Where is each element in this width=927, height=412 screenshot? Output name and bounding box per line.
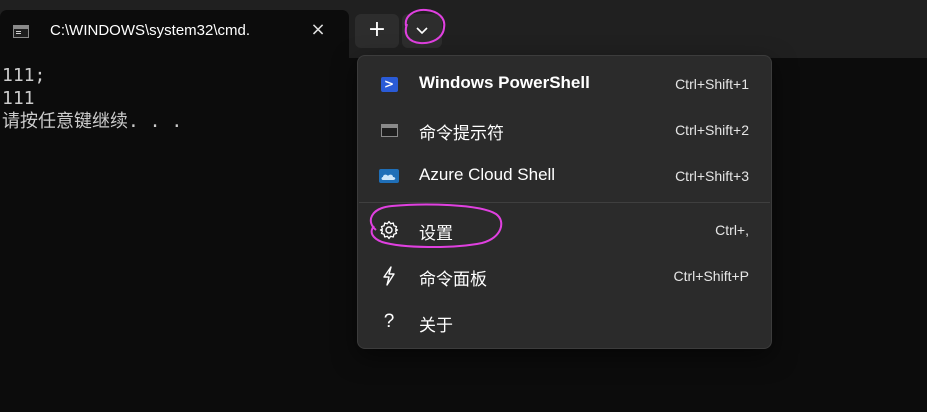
menu-item-label: Windows PowerShell <box>419 73 590 92</box>
menu-item-shortcut: Ctrl+Shift+2 <box>675 122 749 138</box>
question-icon: ? <box>383 311 395 332</box>
new-tab-dropdown-menu: > Windows PowerShell Ctrl+Shift+1 命令提示符 … <box>357 55 772 349</box>
azure-cloud-icon <box>378 166 400 186</box>
close-tab-button[interactable]: × <box>306 18 330 42</box>
terminal-line: 111; <box>2 65 46 86</box>
menu-item-settings[interactable]: 设置 Ctrl+, <box>364 210 765 250</box>
menu-item-shortcut: Ctrl+Shift+3 <box>675 168 749 184</box>
cmd-icon <box>13 25 29 38</box>
powershell-icon: > <box>378 74 400 94</box>
menu-item-about[interactable]: ? 关于 <box>364 302 765 342</box>
menu-item-label: Azure Cloud Shell <box>419 165 556 184</box>
title-bar: C:\WINDOWS\system32\cmd. × + <box>0 0 927 58</box>
tab-title: C:\WINDOWS\system32\cmd. <box>50 22 251 39</box>
menu-item-label: 设置 <box>419 224 453 243</box>
chevron-down-icon <box>416 27 428 35</box>
terminal-output: 111; 111 请按任意键继续. . . <box>2 64 182 133</box>
menu-item-command-prompt[interactable]: 命令提示符 Ctrl+Shift+2 <box>364 110 765 150</box>
new-tab-dropdown-button[interactable] <box>402 14 442 48</box>
menu-item-shortcut: Ctrl+Shift+1 <box>675 76 749 92</box>
menu-item-label: 关于 <box>419 316 453 335</box>
menu-item-windows-powershell[interactable]: > Windows PowerShell Ctrl+Shift+1 <box>364 64 765 104</box>
lightning-icon <box>378 266 400 286</box>
terminal-tab[interactable]: C:\WINDOWS\system32\cmd. × <box>0 10 349 58</box>
new-tab-button[interactable]: + <box>355 14 399 48</box>
terminal-line: 请按任意键继续. . . <box>2 111 183 132</box>
menu-item-shortcut: Ctrl+Shift+P <box>673 268 749 284</box>
menu-item-label: 命令提示符 <box>419 124 504 143</box>
menu-item-shortcut: Ctrl+, <box>715 222 749 238</box>
menu-item-command-palette[interactable]: 命令面板 Ctrl+Shift+P <box>364 256 765 296</box>
terminal-line: 111 <box>2 88 35 109</box>
gear-icon <box>378 220 400 240</box>
menu-separator <box>359 202 770 203</box>
menu-item-azure-cloud-shell[interactable]: Azure Cloud Shell Ctrl+Shift+3 <box>364 156 765 196</box>
cmd-icon <box>378 120 400 140</box>
menu-item-label: 命令面板 <box>419 270 487 289</box>
